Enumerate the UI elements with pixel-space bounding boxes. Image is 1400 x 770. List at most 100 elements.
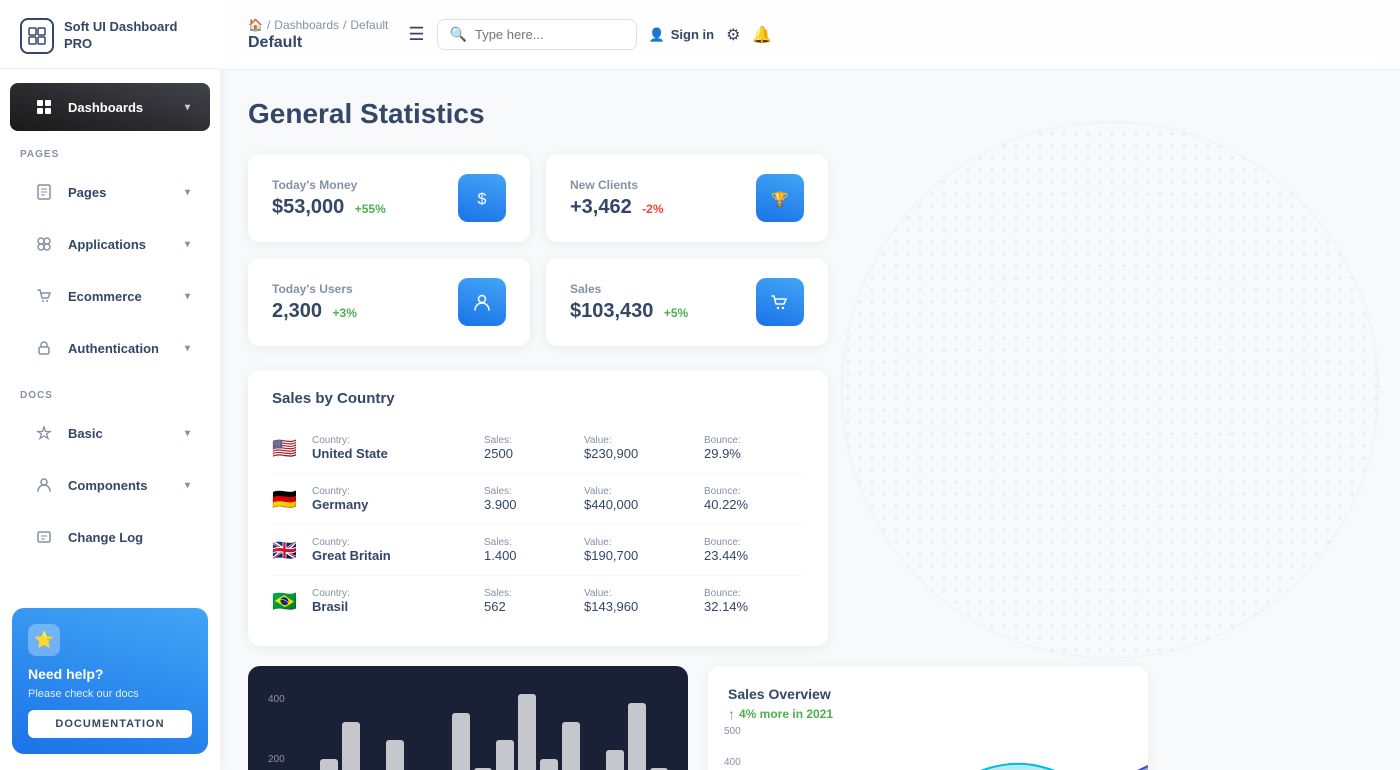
- stat-info-sales: Sales $103,430 +5%: [570, 282, 688, 323]
- country-row-us: 🇺🇸 Country: United State Sales: 2500 Val…: [272, 423, 804, 474]
- value-info-us: Value: $230,900: [584, 435, 704, 461]
- overview-chart: [708, 746, 1148, 770]
- country-row-gb: 🇬🇧 Country: Great Britain Sales: 1.400 V…: [272, 525, 804, 576]
- sidebar-item-authentication[interactable]: Authentication ▾: [10, 324, 210, 372]
- stat-card-money: Today's Money $53,000 +55% $: [248, 154, 530, 242]
- chart-bar: [518, 694, 536, 770]
- stat-change-money: +55%: [355, 202, 386, 216]
- chart-bar: [496, 740, 514, 770]
- country-row-br: 🇧🇷 Country: Brasil Sales: 562 Value: $14…: [272, 576, 804, 626]
- stat-icon-clients: 🏆: [756, 174, 804, 222]
- docs-section-label: DOCS: [0, 374, 220, 407]
- person-icon: 👤: [649, 27, 665, 43]
- stat-icon-users: [458, 278, 506, 326]
- documentation-button[interactable]: DOCUMENTATION: [28, 710, 192, 738]
- stat-info-clients: New Clients +3,462 -2%: [570, 178, 664, 219]
- country-info-gb: Country: Great Britain: [312, 537, 484, 563]
- stat-value-users: 2,300 +3%: [272, 300, 357, 323]
- sidebar-item-basic[interactable]: Basic ▾: [10, 409, 210, 457]
- sidebar-item-label: Ecommerce: [68, 289, 142, 304]
- logo-icon: [20, 18, 54, 54]
- value-info-gb: Value: $190,700: [584, 537, 704, 563]
- sidebar-item-applications[interactable]: Applications ▾: [10, 220, 210, 268]
- overview-subtitle-row: ↑ 4% more in 2021: [728, 706, 1128, 722]
- bar-chart-area: 400 200 0: [268, 694, 668, 770]
- sidebar-item-label: Components: [68, 478, 147, 493]
- breadcrumb-current: Default: [350, 18, 388, 32]
- stat-value-sales: $103,430 +5%: [570, 300, 688, 323]
- stats-grid: Today's Money $53,000 +55% $ New Clients…: [248, 154, 828, 346]
- country-info-br: Country: Brasil: [312, 588, 484, 614]
- arrow-up-icon: ↑: [728, 706, 735, 722]
- flag-gb: 🇬🇧: [272, 538, 312, 563]
- page-title: Default: [248, 34, 388, 52]
- search-box[interactable]: 🔍: [437, 19, 637, 50]
- y-label-400: 400: [268, 694, 298, 705]
- sidebar-item-label: Applications: [68, 237, 146, 252]
- breadcrumb-dashboards[interactable]: Dashboards: [274, 18, 339, 32]
- country-row-de: 🇩🇪 Country: Germany Sales: 3.900 Value: …: [272, 474, 804, 525]
- chart-bar: [562, 722, 580, 770]
- stat-value-clients: +3,462 -2%: [570, 196, 664, 219]
- sales-info-de: Sales: 3.900: [484, 486, 584, 512]
- dashboards-icon: [30, 93, 58, 121]
- stat-card-sales: Sales $103,430 +5%: [546, 258, 828, 346]
- settings-icon[interactable]: ⚙: [726, 25, 740, 45]
- sidebar-item-dashboards[interactable]: Dashboards ▾: [10, 83, 210, 131]
- stat-label-clients: New Clients: [570, 178, 664, 192]
- chevron-down-icon: ▾: [185, 187, 190, 198]
- stat-number-clients: +3,462: [570, 196, 632, 218]
- bar-chart-card: 400 200 0: [248, 666, 688, 770]
- breadcrumb-home: 🏠: [248, 18, 263, 32]
- pages-section-label: PAGES: [0, 133, 220, 166]
- content: General Statistics Today's Money $53,000…: [220, 70, 1400, 770]
- sign-in-button[interactable]: 👤 Sign in: [649, 27, 715, 43]
- sidebar-item-label: Authentication: [68, 341, 159, 356]
- sidebar-item-label: Change Log: [68, 530, 143, 545]
- breadcrumb-sep: /: [267, 18, 270, 32]
- stat-icon-money: $: [458, 174, 506, 222]
- components-icon: [30, 471, 58, 499]
- bars-container: [298, 694, 668, 770]
- ecommerce-icon: [30, 282, 58, 310]
- sidebar-item-components[interactable]: Components ▾: [10, 461, 210, 509]
- sidebar-item-pages[interactable]: Pages ▾: [10, 168, 210, 216]
- help-star-icon: ⭐: [28, 624, 60, 656]
- chevron-down-icon: ▾: [185, 480, 190, 491]
- sales-by-country-title: Sales by Country: [272, 390, 804, 407]
- stat-info-users: Today's Users 2,300 +3%: [272, 282, 357, 323]
- sales-info-gb: Sales: 1.400: [484, 537, 584, 563]
- help-title: Need help?: [28, 666, 103, 682]
- bounce-info-de: Bounce: 40.22%: [704, 486, 804, 512]
- svg-text:🏆: 🏆: [771, 191, 789, 208]
- authentication-icon: [30, 334, 58, 362]
- help-box: ⭐ Need help? Please check our docs DOCUM…: [12, 608, 208, 754]
- stat-change-users: +3%: [333, 306, 357, 320]
- chevron-down-icon: ▾: [185, 343, 190, 354]
- chart-bar: [452, 713, 470, 770]
- search-input[interactable]: [475, 27, 624, 42]
- logo-area: Soft UI Dashboard PRO: [0, 0, 220, 69]
- breadcrumb-sep2: /: [343, 18, 346, 32]
- sales-by-country-card: Sales by Country 🇺🇸 Country: United Stat…: [248, 370, 828, 646]
- page-heading: General Statistics: [248, 98, 1372, 130]
- breadcrumb-nav: 🏠 / Dashboards / Default: [248, 18, 388, 32]
- country-info-de: Country: Germany: [312, 486, 484, 512]
- globe-decoration: [820, 70, 1400, 710]
- value-info-br: Value: $143,960: [584, 588, 704, 614]
- country-name-us: United State: [312, 446, 484, 461]
- menu-icon[interactable]: ☰: [408, 24, 424, 45]
- svg-text:$: $: [478, 191, 487, 208]
- stat-change-sales: +5%: [664, 306, 688, 320]
- y-label-200: 200: [268, 754, 298, 765]
- pages-icon: [30, 178, 58, 206]
- bounce-info-br: Bounce: 32.14%: [704, 588, 804, 614]
- sidebar-item-changelog[interactable]: Change Log: [10, 513, 210, 561]
- stat-value-money: $53,000 +55%: [272, 196, 386, 219]
- header-right: 🔍 👤 Sign in ⚙ 🔔: [437, 19, 773, 50]
- sidebar-item-ecommerce[interactable]: Ecommerce ▾: [10, 272, 210, 320]
- flag-us: 🇺🇸: [272, 436, 312, 461]
- bell-icon[interactable]: 🔔: [752, 25, 772, 45]
- breadcrumb: 🏠 / Dashboards / Default Default: [248, 18, 388, 52]
- chevron-down-icon: ▾: [185, 102, 190, 113]
